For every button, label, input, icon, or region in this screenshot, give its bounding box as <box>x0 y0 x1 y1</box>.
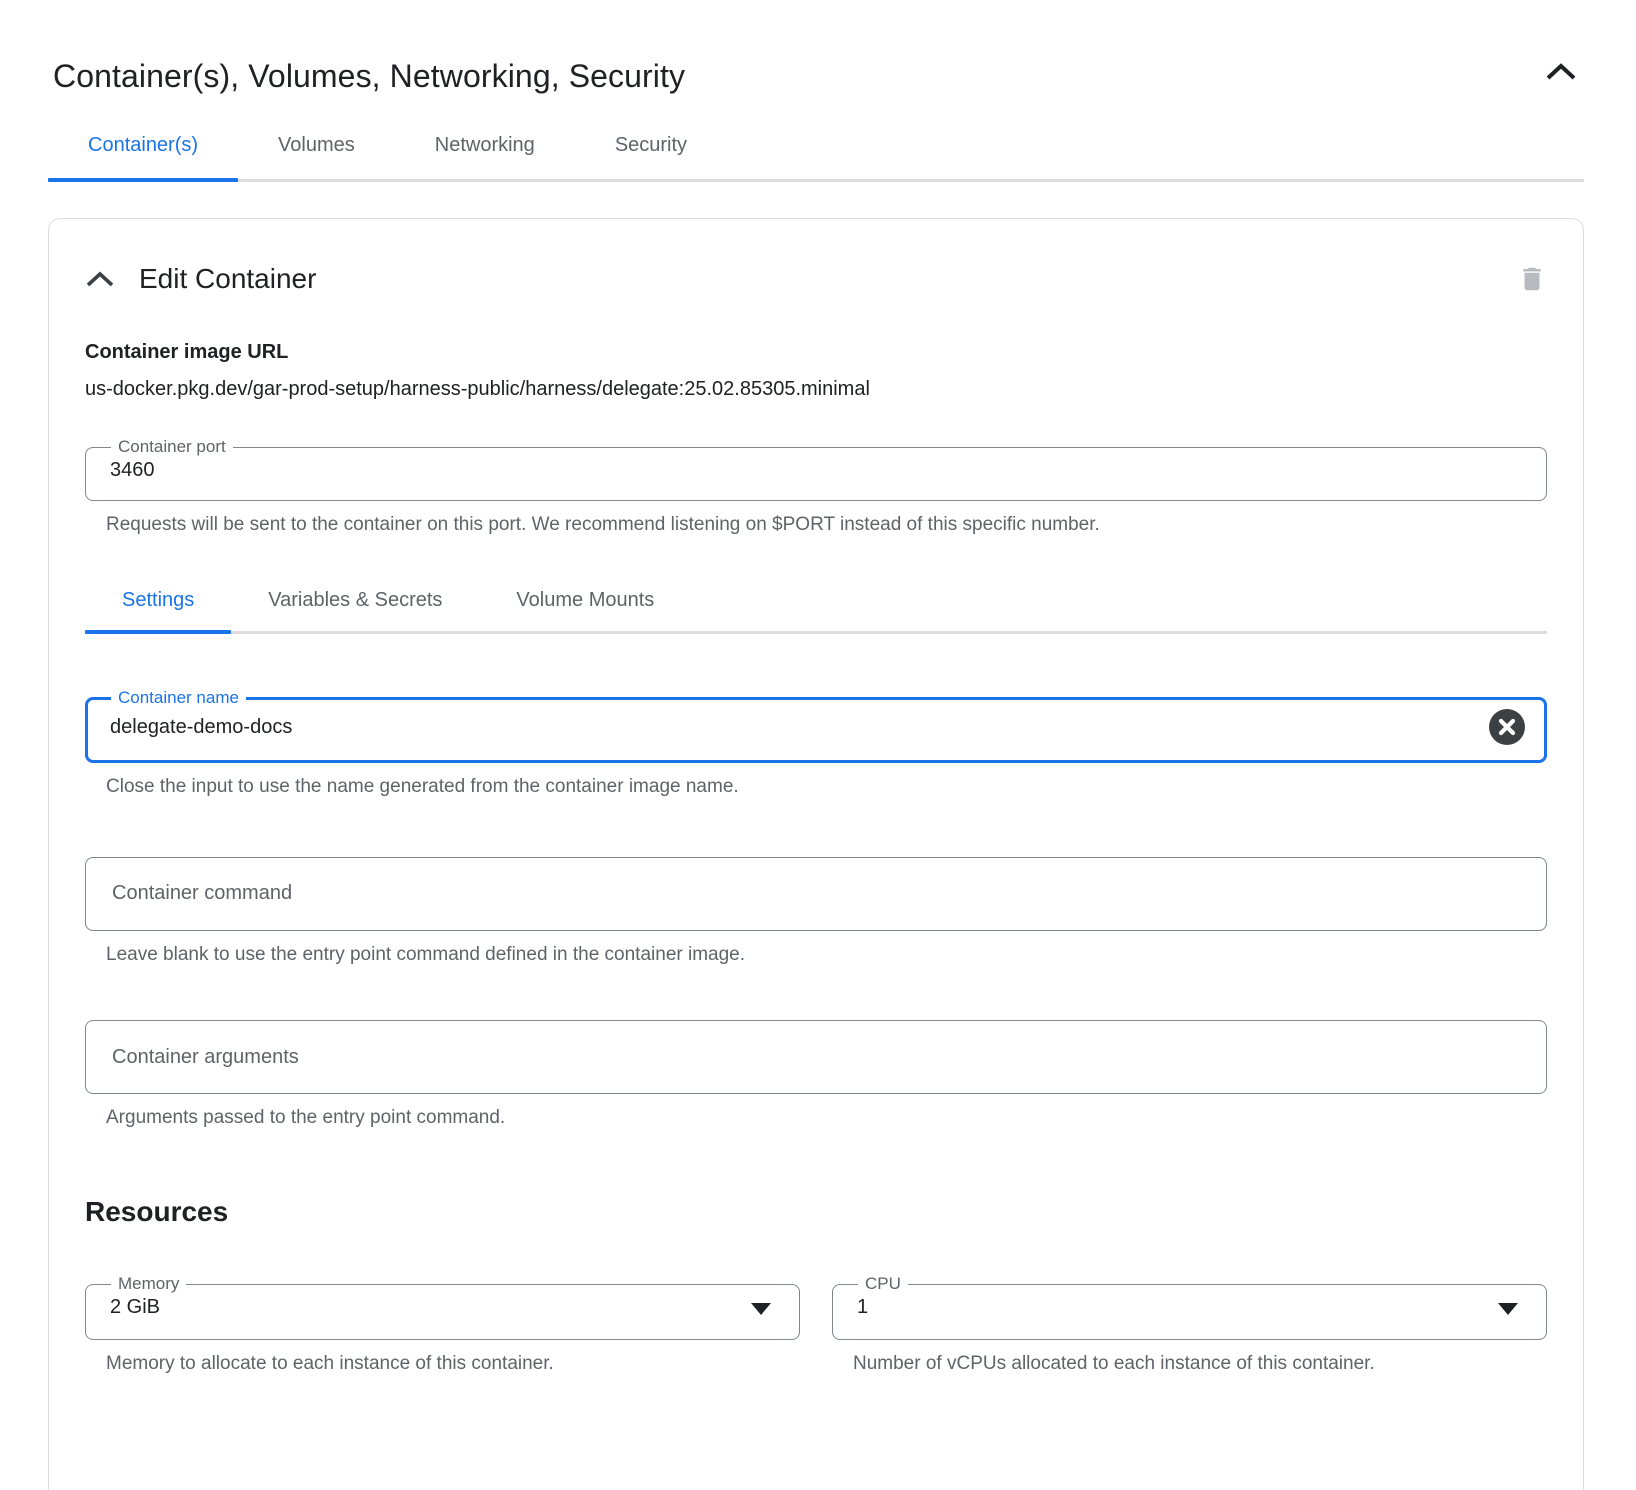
container-arguments-input[interactable] <box>110 1045 1522 1070</box>
container-command-field <box>85 857 1547 931</box>
memory-helper: Memory to allocate to each instance of t… <box>106 1350 800 1378</box>
container-image-url-value: us-docker.pkg.dev/gar-prod-setup/harness… <box>85 378 1547 401</box>
container-name-input[interactable] <box>104 714 1488 741</box>
delete-container-button[interactable] <box>1517 263 1547 295</box>
dropdown-arrow-icon <box>1498 1303 1518 1315</box>
tab-security-label: Security <box>615 134 687 156</box>
subtab-volume-mounts-label: Volume Mounts <box>516 589 654 611</box>
chevron-up-icon <box>85 271 115 288</box>
cpu-label: CPU <box>858 1274 908 1294</box>
section-header: Container(s), Volumes, Networking, Secur… <box>0 56 1636 96</box>
trash-icon <box>1517 263 1547 295</box>
resources-heading: Resources <box>85 1196 1547 1228</box>
chevron-up-icon <box>1544 62 1578 82</box>
tab-volumes-label: Volumes <box>278 134 355 156</box>
container-port-label: Container port <box>111 437 233 457</box>
container-name-label: Container name <box>111 688 246 708</box>
memory-label: Memory <box>111 1274 186 1294</box>
container-command-helper: Leave blank to use the entry point comma… <box>106 941 1547 969</box>
container-arguments-field <box>85 1020 1547 1094</box>
subtab-settings-label: Settings <box>122 589 194 611</box>
container-port-input[interactable] <box>104 457 1528 484</box>
cpu-helper: Number of vCPUs allocated to each instan… <box>853 1350 1413 1378</box>
tab-networking[interactable]: Networking <box>395 134 575 182</box>
cpu-select[interactable]: CPU 1 <box>832 1274 1547 1340</box>
subtab-volume-mounts[interactable]: Volume Mounts <box>479 589 691 634</box>
dropdown-arrow-icon <box>751 1303 771 1315</box>
card-title: Edit Container <box>139 263 316 295</box>
collapse-container-button[interactable] <box>85 271 115 288</box>
container-name-helper: Close the input to use the name generate… <box>106 773 1547 801</box>
card-header: Edit Container <box>85 263 1547 295</box>
container-port-field: Container port <box>85 437 1547 501</box>
cpu-column: CPU 1 Number of vCPUs allocated to each … <box>832 1274 1547 1378</box>
container-arguments-helper: Arguments passed to the entry point comm… <box>106 1104 1547 1132</box>
resources-row: Memory 2 GiB Memory to allocate to each … <box>85 1274 1547 1378</box>
container-name-field: Container name <box>85 688 1547 763</box>
tab-security[interactable]: Security <box>575 134 727 182</box>
tab-volumes[interactable]: Volumes <box>238 134 395 182</box>
subtab-settings[interactable]: Settings <box>85 589 231 634</box>
edit-container-card: Edit Container Container image URL us-do… <box>48 218 1584 1490</box>
container-subtabs: Settings Variables & Secrets Volume Moun… <box>85 589 1547 634</box>
tab-containers-label: Container(s) <box>88 134 198 156</box>
tab-networking-label: Networking <box>435 134 535 156</box>
main-tabs: Container(s) Volumes Networking Security <box>48 134 1584 182</box>
container-port-helper: Requests will be sent to the container o… <box>106 511 1547 539</box>
cloud-run-container-form: Container(s), Volumes, Networking, Secur… <box>0 0 1636 1490</box>
memory-select[interactable]: Memory 2 GiB <box>85 1274 800 1340</box>
subtab-variables-secrets[interactable]: Variables & Secrets <box>231 589 479 634</box>
tab-containers[interactable]: Container(s) <box>48 134 238 182</box>
container-image-url-label: Container image URL <box>85 341 1547 364</box>
clear-name-button[interactable] <box>1488 708 1526 746</box>
page-title: Container(s), Volumes, Networking, Secur… <box>53 56 685 96</box>
collapse-section-button[interactable] <box>1538 56 1584 88</box>
container-command-input[interactable] <box>110 881 1522 906</box>
cpu-value: 1 <box>851 1294 1498 1323</box>
clear-icon <box>1488 708 1526 746</box>
memory-column: Memory 2 GiB Memory to allocate to each … <box>85 1274 800 1378</box>
memory-value: 2 GiB <box>104 1294 751 1323</box>
subtab-variables-secrets-label: Variables & Secrets <box>268 589 442 611</box>
